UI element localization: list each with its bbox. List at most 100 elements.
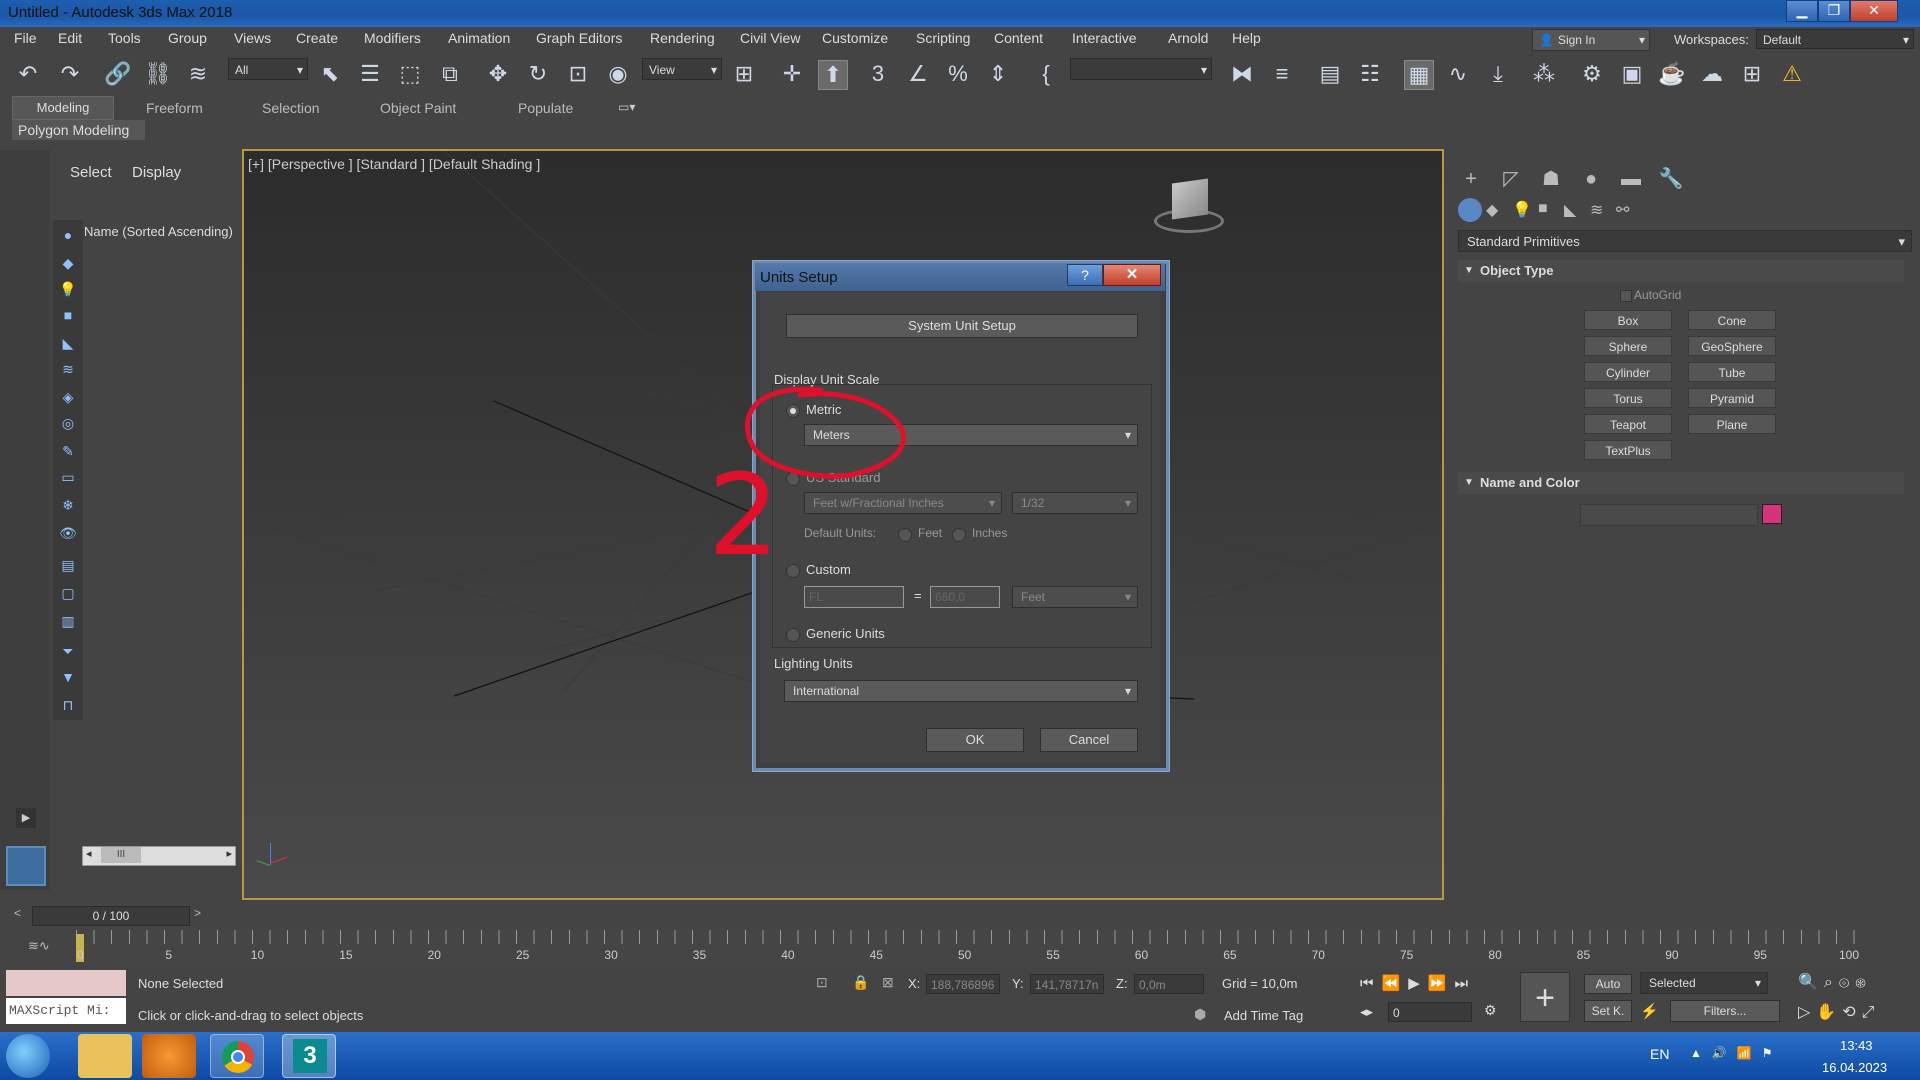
name-and-color-rollout[interactable]: ▼ Name and Color — [1458, 472, 1904, 494]
tab-freeform[interactable]: Freeform — [146, 100, 203, 116]
space-warps-category-icon[interactable]: ≋ — [1590, 200, 1603, 220]
menu-scripting[interactable]: Scripting — [916, 30, 970, 46]
y-coordinate-field[interactable]: 141,78717n — [1030, 974, 1104, 994]
scroll-left-icon[interactable]: ◂ — [86, 847, 92, 860]
zoom-all-icon[interactable]: ⌕ — [1824, 974, 1839, 991]
helpers-category-icon[interactable]: ◣ — [1564, 200, 1576, 220]
toggle-ribbon-icon[interactable]: ▦ — [1404, 60, 1434, 90]
undo-icon[interactable]: ↶ — [14, 60, 42, 88]
volume-icon[interactable]: 🔊 — [1712, 1046, 1737, 1060]
viewport-label[interactable]: [+] [Perspective ] [Standard ] [Default … — [248, 156, 540, 172]
object-type-rollout[interactable]: ▼ Object Type — [1458, 260, 1904, 282]
display-shapes-icon[interactable]: ◆ — [59, 254, 77, 272]
3ds-max-taskbar-icon[interactable]: 3 — [282, 1034, 336, 1078]
field-of-view-icon[interactable]: ▷ — [1798, 1004, 1816, 1021]
menu-customize[interactable]: Customize — [822, 30, 888, 46]
curve-editor-mini-icon[interactable]: ≋∿ — [28, 938, 50, 954]
go-to-start-icon[interactable]: ⏮ — [1360, 975, 1382, 992]
isolate-selection-icon[interactable]: ⊡ — [816, 974, 828, 991]
set-key-button[interactable]: Set K. — [1584, 1000, 1632, 1022]
create-tab-icon[interactable]: + — [1458, 166, 1484, 192]
default-inches-radio[interactable] — [952, 528, 966, 542]
select-by-name-icon[interactable]: ☰ — [356, 60, 384, 88]
set-keys-icon[interactable]: + — [1520, 972, 1570, 1022]
viewport-layout-tab[interactable] — [6, 846, 46, 886]
scene-explorer-column-header[interactable]: Name (Sorted Ascending) — [84, 224, 233, 239]
dialog-close-button[interactable]: ✕ — [1103, 264, 1161, 286]
ribbon-options-icon[interactable]: ▭▾ — [618, 100, 635, 114]
menu-rendering[interactable]: Rendering — [650, 30, 715, 46]
motion-tab-icon[interactable]: ● — [1578, 166, 1604, 192]
scene-explorer-scrollbar[interactable]: ◂ III ▸ — [82, 846, 236, 866]
scene-explorer-toggle-icon[interactable]: ▤ — [1316, 60, 1344, 88]
display-lights-icon[interactable]: 💡 — [59, 280, 77, 298]
menu-graph-editors[interactable]: Graph Editors — [536, 30, 622, 46]
schematic-view-icon[interactable]: ⤓ — [1484, 60, 1512, 88]
display-containers-icon[interactable]: ▭ — [59, 468, 77, 486]
filter-icon[interactable]: ⏷ — [59, 642, 77, 660]
shapes-category-icon[interactable]: ◆ — [1486, 200, 1498, 220]
display-space-warps-icon[interactable]: ≋ — [59, 360, 77, 378]
display-xrefs-icon[interactable]: ◎ — [59, 414, 77, 432]
menu-arnold[interactable]: Arnold — [1168, 30, 1208, 46]
find-icon[interactable]: ⊓ — [59, 696, 77, 714]
hierarchy-tab-icon[interactable]: ☗ — [1538, 166, 1564, 192]
clock-date[interactable]: 16.04.2023 — [1822, 1060, 1887, 1075]
select-object-icon[interactable]: ⬉ — [316, 60, 344, 88]
utilities-tab-icon[interactable]: 🔧 — [1658, 166, 1684, 192]
maxscript-output[interactable] — [6, 970, 126, 996]
display-none-icon[interactable]: ▢ — [59, 584, 77, 602]
material-editor-icon[interactable]: ⁂ — [1530, 60, 1558, 88]
autogrid-checkbox[interactable] — [1620, 290, 1632, 302]
auto-key-button[interactable]: Auto — [1584, 974, 1632, 994]
zoom-extents-all-icon[interactable]: ⊛ — [1855, 974, 1871, 991]
next-frame-icon[interactable]: ⏩ — [1428, 975, 1455, 992]
render-setup-icon[interactable]: ⚙ — [1578, 60, 1606, 88]
select-manipulate-icon[interactable]: ✛ — [778, 60, 806, 88]
menu-group[interactable]: Group — [168, 30, 207, 46]
geometry-category-icon[interactable] — [1458, 198, 1482, 222]
key-filter-dropdown[interactable]: Selected ▾ — [1640, 972, 1768, 994]
sphere-button[interactable]: Sphere — [1584, 336, 1672, 356]
menu-animation[interactable]: Animation — [448, 30, 510, 46]
key-filters-button[interactable]: Filters... — [1670, 1000, 1780, 1022]
named-selection-dropdown[interactable]: ▾ — [1070, 58, 1212, 80]
menu-edit[interactable]: Edit — [58, 30, 82, 46]
textplus-button[interactable]: TextPlus — [1584, 440, 1672, 460]
pyramid-button[interactable]: Pyramid — [1688, 388, 1776, 408]
rendered-frame-window-icon[interactable]: ▣ — [1618, 60, 1646, 88]
tab-modeling[interactable]: Modeling — [12, 96, 114, 120]
align-icon[interactable]: ≡ — [1268, 60, 1296, 88]
object-name-input[interactable] — [1580, 504, 1758, 526]
dialog-help-button[interactable]: ? — [1067, 264, 1103, 286]
menu-create[interactable]: Create — [296, 30, 338, 46]
system-unit-setup-button[interactable]: System Unit Setup — [786, 314, 1138, 338]
plane-button[interactable]: Plane — [1688, 414, 1776, 434]
language-indicator[interactable]: EN — [1650, 1046, 1669, 1062]
menu-modifiers[interactable]: Modifiers — [364, 30, 421, 46]
tube-button[interactable]: Tube — [1688, 362, 1776, 382]
previous-frame-icon[interactable]: ⏪ — [1382, 975, 1409, 992]
display-bones-icon[interactable]: ✎ — [59, 442, 77, 460]
lights-category-icon[interactable]: 💡 — [1512, 200, 1532, 220]
sign-in-dropdown[interactable]: 👤 Sign In ▾ — [1532, 29, 1650, 51]
display-helpers-icon[interactable]: ◣ — [59, 334, 77, 352]
render-in-cloud-icon[interactable]: ☁ — [1698, 60, 1726, 88]
file-explorer-taskbar-icon[interactable] — [78, 1034, 132, 1078]
orbit-icon[interactable]: ⟲ — [1842, 1004, 1861, 1021]
redo-icon[interactable]: ↷ — [56, 60, 84, 88]
tab-object-paint[interactable]: Object Paint — [380, 100, 456, 116]
teapot-button[interactable]: Teapot — [1584, 414, 1672, 434]
curve-editor-icon[interactable]: ∿ — [1444, 60, 1472, 88]
ok-button[interactable]: OK — [926, 728, 1024, 752]
pivot-point-icon[interactable]: ⊞ — [730, 60, 758, 88]
scroll-right-icon[interactable]: ▸ — [226, 847, 232, 860]
default-in-out-tangents-icon[interactable]: ⚡ — [1640, 1002, 1659, 1020]
angle-snap-icon[interactable]: ∠ — [904, 60, 932, 88]
menu-file[interactable]: File — [14, 30, 37, 46]
a360-gallery-icon[interactable]: ⊞ — [1738, 60, 1766, 88]
render-production-icon[interactable]: ☕ — [1658, 60, 1686, 88]
display-hidden-icon[interactable]: 👁 — [59, 524, 77, 542]
menu-interactive[interactable]: Interactive — [1072, 30, 1137, 46]
display-tab-icon[interactable]: ▬ — [1618, 166, 1644, 192]
